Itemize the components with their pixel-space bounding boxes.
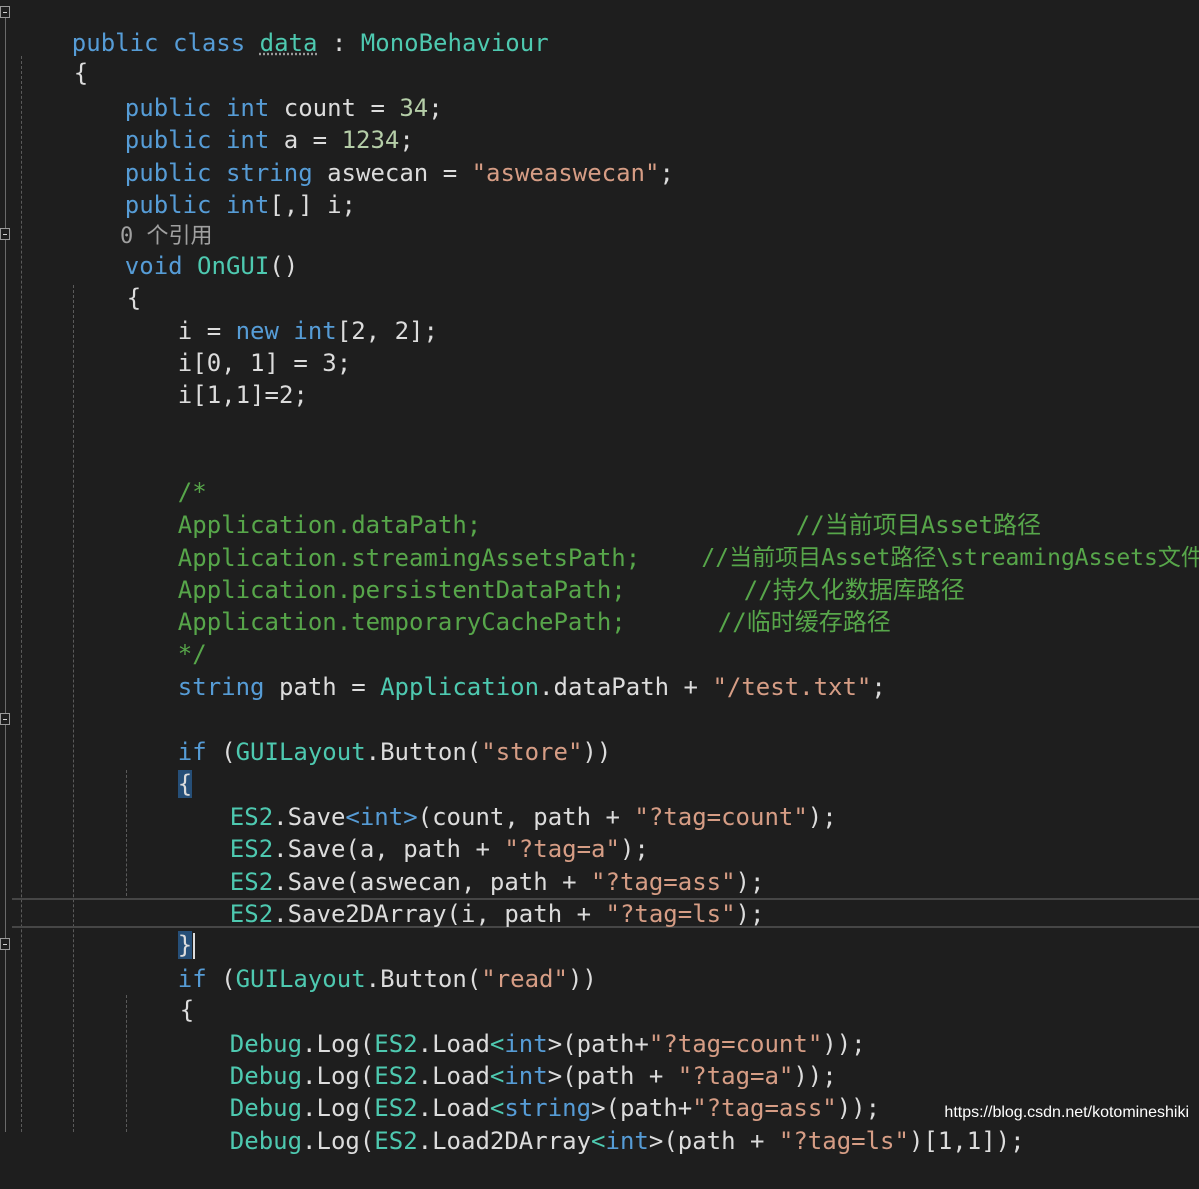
code-line-if-store[interactable]: if (GUILayout.Button("store")): [120, 704, 612, 766]
code-text: (i, path +: [446, 900, 606, 928]
code-text: )): [582, 738, 612, 766]
comment-note: //持久化数据库路径: [686, 542, 965, 604]
comment-line[interactable]: */: [120, 606, 207, 668]
string-literal: "store": [481, 738, 583, 766]
code-text: [2, 2];: [336, 317, 438, 345]
code-line-store[interactable]: ES2.Save(a, path + "?tag=a");: [172, 801, 649, 863]
comment-text: //临时缓存路径: [717, 608, 891, 636]
generic-bracket: >: [648, 1127, 664, 1155]
code-text: path =: [264, 673, 381, 701]
method-name: OnGUI: [197, 252, 270, 280]
code-text: )): [567, 965, 597, 993]
class-name: data: [259, 29, 318, 57]
string-literal: "?tag=count": [634, 803, 808, 831]
code-line-read[interactable]: Debug.Log(ES2.Load<int>(path + "?tag=a")…: [172, 1028, 837, 1090]
code-line-method-decl[interactable]: void OnGUI(): [67, 218, 298, 280]
code-line-read[interactable]: Debug.Log(ES2.Load2DArray<int>(path + "?…: [172, 1093, 1025, 1155]
string-literal: "?tag=ls": [778, 1127, 909, 1155]
code-text: .Log(: [302, 1127, 375, 1155]
code-line-read[interactable]: Debug.Log(ES2.Load<int>(path+"?tag=count…: [172, 996, 866, 1058]
code-text: .dataPath +: [539, 673, 713, 701]
comment-line[interactable]: Application.persistentDataPath;: [120, 542, 626, 604]
semicolon: ;: [428, 94, 443, 122]
punct: :: [317, 29, 361, 57]
type-name: Debug: [229, 1127, 303, 1155]
code-line-field-count[interactable]: public int count = 34;: [67, 60, 443, 122]
comment-note: //当前项目Asset路径\streamingAssets文件夹: [646, 510, 1199, 571]
field-text: [,] i;: [269, 191, 357, 219]
code-text: .Save2DArray: [273, 900, 447, 928]
string-literal: "asweaswecan": [471, 159, 660, 187]
code-text: (: [206, 965, 236, 993]
code-text: i[1,1]=2;: [177, 381, 308, 409]
collapse-if-read-icon[interactable]: [0, 938, 10, 950]
collapse-if-store-icon[interactable]: [0, 713, 10, 725]
comment-text: Application.temporaryCachePath;: [177, 608, 626, 636]
type-name: GUILayout: [235, 965, 366, 993]
code-line-field-a[interactable]: public int a = 1234;: [67, 92, 414, 154]
code-text: .Load2DArray: [417, 1127, 592, 1155]
code-line-brace[interactable]: {: [16, 25, 88, 87]
code-line-store[interactable]: ES2.Save2DArray(i, path + "?tag=ls");: [172, 866, 765, 928]
type-name: GUILayout: [235, 738, 366, 766]
indent-guide: [73, 285, 74, 1132]
code-text: );: [807, 803, 837, 831]
code-text: );: [735, 900, 765, 928]
parens: (): [269, 252, 299, 280]
outline-line: [5, 12, 6, 1132]
collapse-class-icon[interactable]: [0, 6, 10, 18]
code-line-field-aswecan[interactable]: public string aswecan = "asweaswecan";: [67, 125, 674, 187]
keyword: string: [177, 673, 265, 701]
code-text: .Button(: [365, 738, 482, 766]
code-text: (path +: [663, 1127, 779, 1155]
string-literal: "read": [481, 965, 568, 993]
generic-bracket: <: [591, 1127, 606, 1155]
code-line-init[interactable]: i = new int[2, 2];: [120, 283, 438, 345]
code-line-field-i[interactable]: public int[,] i;: [67, 157, 356, 219]
comment-line[interactable]: Application.dataPath;: [120, 477, 481, 539]
code-text: (: [206, 738, 236, 766]
comment-line[interactable]: Application.streamingAssetsPath;: [120, 510, 640, 572]
keyword: public class: [71, 29, 246, 57]
code-line-assign[interactable]: i[1,1]=2;: [120, 347, 308, 409]
base-class: MonoBehaviour: [360, 29, 549, 57]
semicolon: ;: [871, 673, 886, 701]
semicolon: ;: [659, 159, 674, 187]
code-line-store[interactable]: ES2.Save<int>(count, path + "?tag=count"…: [172, 769, 837, 831]
generic-arg: int: [605, 1127, 649, 1155]
type-name: Application: [380, 673, 540, 701]
code-line-assign[interactable]: i[0, 1] = 3;: [120, 315, 351, 377]
comment-note: //当前项目Asset路径: [738, 477, 1041, 539]
code-line-path[interactable]: string path = Application.dataPath + "/t…: [120, 639, 886, 701]
references-codelens[interactable]: 0 个引用: [67, 189, 213, 249]
string-literal: "/test.txt": [712, 673, 872, 701]
code-line-store[interactable]: ES2.Save(aswecan, path + "?tag=ass");: [172, 834, 765, 896]
code-editor[interactable]: public class data : MonoBehaviour { publ…: [0, 0, 1199, 1155]
code-line-if-read[interactable]: if (GUILayout.Button("read")): [120, 931, 597, 993]
type-keyword: int: [225, 191, 270, 219]
comment-line[interactable]: /*: [120, 444, 207, 506]
code-line-brace[interactable]: {: [120, 736, 193, 798]
code-line-class-decl[interactable]: public class data : MonoBehaviour: [14, 0, 549, 57]
code-text: )[1,1]);: [908, 1127, 1025, 1155]
collapse-method-icon[interactable]: [0, 228, 10, 240]
code-text: .Button(: [365, 965, 482, 993]
comment-note: //临时缓存路径: [660, 574, 891, 636]
type-name: ES2: [374, 1127, 418, 1155]
indent-guide: [21, 56, 22, 1132]
code-line-read[interactable]: Debug.Log(ES2.Load<string>(path+"?tag=as…: [172, 1060, 880, 1122]
code-line-brace[interactable]: {: [122, 962, 194, 1024]
code-line-brace[interactable]: }: [120, 897, 196, 959]
string-literal: "?tag=ls": [605, 900, 736, 928]
watermark: https://blog.csdn.net/kotomineshiki: [944, 1104, 1189, 1121]
code-line-brace[interactable]: {: [69, 250, 141, 312]
comment-line[interactable]: Application.temporaryCachePath;: [120, 574, 626, 636]
type-name: ES2: [229, 900, 274, 928]
